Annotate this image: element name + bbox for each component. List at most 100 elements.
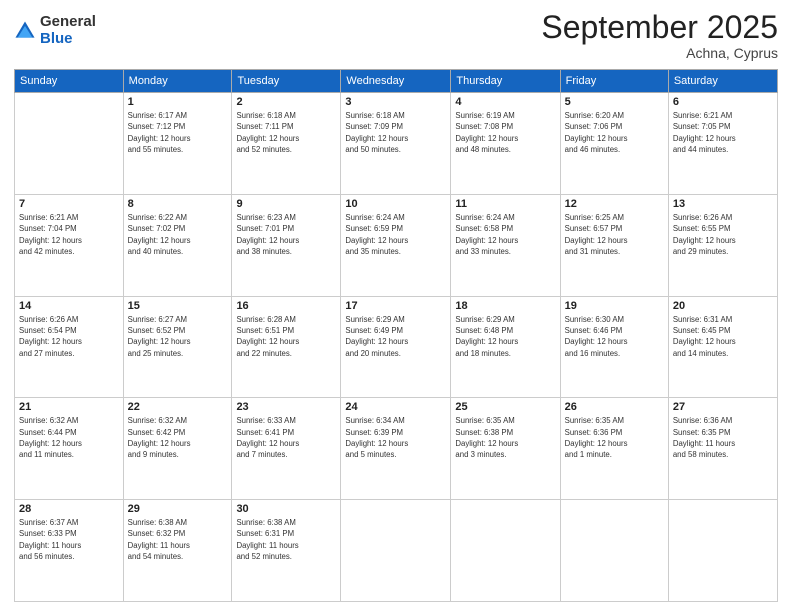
day-number: 11 xyxy=(455,198,555,210)
day-number: 7 xyxy=(19,198,119,210)
day-number: 2 xyxy=(236,96,336,108)
day-number: 10 xyxy=(345,198,446,210)
day-number: 26 xyxy=(565,401,664,413)
calendar-cell xyxy=(341,500,451,602)
day-number: 28 xyxy=(19,503,119,515)
logo: General Blue xyxy=(14,14,96,47)
day-number: 27 xyxy=(673,401,773,413)
day-number: 9 xyxy=(236,198,336,210)
day-number: 15 xyxy=(128,300,228,312)
calendar-cell: 11 Sunrise: 6:24 AM Sunset: 6:58 PM Dayli… xyxy=(451,194,560,296)
day-number: 12 xyxy=(565,198,664,210)
day-info: Sunrise: 6:21 AM Sunset: 7:04 PM Dayligh… xyxy=(19,212,119,257)
calendar-week-5: 28Sunrise: 6:37 AM Sunset: 6:33 PM Dayli… xyxy=(15,500,778,602)
day-info: Sunrise: 6:35 AM Sunset: 6:36 PM Dayligh… xyxy=(565,415,664,460)
day-info: Sunrise: 6:34 AM Sunset: 6:39 PM Dayligh… xyxy=(345,415,446,460)
calendar-cell: 16 Sunrise: 6:28 AM Sunset: 6:51 PM Dayli… xyxy=(232,296,341,398)
logo-text: General Blue xyxy=(40,14,96,47)
day-info: Sunrise: 6:20 AM Sunset: 7:06 PM Dayligh… xyxy=(565,110,664,155)
day-number: 30 xyxy=(236,503,336,515)
day-info: Sunrise: 6:35 AM Sunset: 6:38 PM Dayligh… xyxy=(455,415,555,460)
weekday-header-thursday: Thursday xyxy=(451,70,560,93)
day-number: 14 xyxy=(19,300,119,312)
page: General Blue September 2025 Achna, Cypru… xyxy=(0,0,792,612)
day-number: 21 xyxy=(19,401,119,413)
calendar-cell: 19 Sunrise: 6:30 AM Sunset: 6:46 PM Dayli… xyxy=(560,296,668,398)
calendar-cell: 12 Sunrise: 6:25 AM Sunset: 6:57 PM Dayli… xyxy=(560,194,668,296)
day-info: Sunrise: 6:26 AM Sunset: 6:54 PM Dayligh… xyxy=(19,314,119,359)
day-info: Sunrise: 6:25 AM Sunset: 6:57 PM Dayligh… xyxy=(565,212,664,257)
day-info: Sunrise: 6:24 AM Sunset: 6:58 PM Dayligh… xyxy=(455,212,555,257)
day-info: Sunrise: 6:18 AM Sunset: 7:09 PM Dayligh… xyxy=(345,110,446,155)
weekday-header-wednesday: Wednesday xyxy=(341,70,451,93)
day-number: 23 xyxy=(236,401,336,413)
calendar-cell: 14 Sunrise: 6:26 AM Sunset: 6:54 PM Dayli… xyxy=(15,296,124,398)
day-info: Sunrise: 6:21 AM Sunset: 7:05 PM Dayligh… xyxy=(673,110,773,155)
day-number: 5 xyxy=(565,96,664,108)
day-info: Sunrise: 6:30 AM Sunset: 6:46 PM Dayligh… xyxy=(565,314,664,359)
day-info: Sunrise: 6:31 AM Sunset: 6:45 PM Dayligh… xyxy=(673,314,773,359)
day-info: Sunrise: 6:32 AM Sunset: 6:44 PM Dayligh… xyxy=(19,415,119,460)
calendar-cell: 15 Sunrise: 6:27 AM Sunset: 6:52 PM Dayli… xyxy=(123,296,232,398)
calendar-cell: 4 Sunrise: 6:19 AM Sunset: 7:08 PM Daylig… xyxy=(451,93,560,195)
day-info: Sunrise: 6:28 AM Sunset: 6:51 PM Dayligh… xyxy=(236,314,336,359)
day-number: 4 xyxy=(455,96,555,108)
calendar-week-2: 7 Sunrise: 6:21 AM Sunset: 7:04 PM Daylig… xyxy=(15,194,778,296)
day-info: Sunrise: 6:24 AM Sunset: 6:59 PM Dayligh… xyxy=(345,212,446,257)
day-info: Sunrise: 6:18 AM Sunset: 7:11 PM Dayligh… xyxy=(236,110,336,155)
day-info: Sunrise: 6:27 AM Sunset: 6:52 PM Dayligh… xyxy=(128,314,228,359)
calendar-cell: 28Sunrise: 6:37 AM Sunset: 6:33 PM Dayli… xyxy=(15,500,124,602)
logo-icon xyxy=(14,20,36,42)
day-number: 24 xyxy=(345,401,446,413)
day-number: 6 xyxy=(673,96,773,108)
weekday-header-sunday: Sunday xyxy=(15,70,124,93)
day-number: 18 xyxy=(455,300,555,312)
day-info: Sunrise: 6:17 AM Sunset: 7:12 PM Dayligh… xyxy=(128,110,228,155)
day-number: 20 xyxy=(673,300,773,312)
day-info: Sunrise: 6:19 AM Sunset: 7:08 PM Dayligh… xyxy=(455,110,555,155)
day-info: Sunrise: 6:23 AM Sunset: 7:01 PM Dayligh… xyxy=(236,212,336,257)
weekday-header-tuesday: Tuesday xyxy=(232,70,341,93)
day-info: Sunrise: 6:29 AM Sunset: 6:49 PM Dayligh… xyxy=(345,314,446,359)
day-number: 22 xyxy=(128,401,228,413)
calendar-cell: 6 Sunrise: 6:21 AM Sunset: 7:05 PM Daylig… xyxy=(668,93,777,195)
calendar-cell: 18 Sunrise: 6:29 AM Sunset: 6:48 PM Dayli… xyxy=(451,296,560,398)
day-number: 13 xyxy=(673,198,773,210)
calendar-cell: 3 Sunrise: 6:18 AM Sunset: 7:09 PM Daylig… xyxy=(341,93,451,195)
header: General Blue September 2025 Achna, Cypru… xyxy=(14,10,778,61)
calendar-cell: 13 Sunrise: 6:26 AM Sunset: 6:55 PM Dayli… xyxy=(668,194,777,296)
calendar-cell: 10 Sunrise: 6:24 AM Sunset: 6:59 PM Dayli… xyxy=(341,194,451,296)
day-number: 8 xyxy=(128,198,228,210)
weekday-header-friday: Friday xyxy=(560,70,668,93)
calendar-cell xyxy=(668,500,777,602)
title-block: September 2025 Achna, Cyprus xyxy=(541,10,778,61)
calendar-cell: 27 Sunrise: 6:36 AM Sunset: 6:35 PM Dayli… xyxy=(668,398,777,500)
day-number: 19 xyxy=(565,300,664,312)
calendar-cell: 5 Sunrise: 6:20 AM Sunset: 7:06 PM Daylig… xyxy=(560,93,668,195)
day-number: 1 xyxy=(128,96,228,108)
calendar-cell: 7 Sunrise: 6:21 AM Sunset: 7:04 PM Daylig… xyxy=(15,194,124,296)
day-info: Sunrise: 6:38 AM Sunset: 6:31 PM Dayligh… xyxy=(236,517,336,562)
day-info: Sunrise: 6:26 AM Sunset: 6:55 PM Dayligh… xyxy=(673,212,773,257)
calendar-cell: 2 Sunrise: 6:18 AM Sunset: 7:11 PM Daylig… xyxy=(232,93,341,195)
day-number: 16 xyxy=(236,300,336,312)
calendar-cell: 17Sunrise: 6:29 AM Sunset: 6:49 PM Dayli… xyxy=(341,296,451,398)
day-info: Sunrise: 6:29 AM Sunset: 6:48 PM Dayligh… xyxy=(455,314,555,359)
calendar-cell: 22Sunrise: 6:32 AM Sunset: 6:42 PM Dayli… xyxy=(123,398,232,500)
calendar-cell: 24 Sunrise: 6:34 AM Sunset: 6:39 PM Dayli… xyxy=(341,398,451,500)
logo-general: General xyxy=(40,14,96,31)
calendar-cell: 30 Sunrise: 6:38 AM Sunset: 6:31 PM Dayli… xyxy=(232,500,341,602)
calendar-cell: 8 Sunrise: 6:22 AM Sunset: 7:02 PM Daylig… xyxy=(123,194,232,296)
calendar-cell: 23Sunrise: 6:33 AM Sunset: 6:41 PM Dayli… xyxy=(232,398,341,500)
calendar-cell: 9 Sunrise: 6:23 AM Sunset: 7:01 PM Daylig… xyxy=(232,194,341,296)
weekday-header-row: SundayMondayTuesdayWednesdayThursdayFrid… xyxy=(15,70,778,93)
calendar-cell xyxy=(560,500,668,602)
calendar-cell xyxy=(15,93,124,195)
calendar-cell: 29Sunrise: 6:38 AM Sunset: 6:32 PM Dayli… xyxy=(123,500,232,602)
day-number: 3 xyxy=(345,96,446,108)
day-info: Sunrise: 6:36 AM Sunset: 6:35 PM Dayligh… xyxy=(673,415,773,460)
calendar-cell: 26 Sunrise: 6:35 AM Sunset: 6:36 PM Dayli… xyxy=(560,398,668,500)
day-info: Sunrise: 6:38 AM Sunset: 6:32 PM Dayligh… xyxy=(128,517,228,562)
day-info: Sunrise: 6:22 AM Sunset: 7:02 PM Dayligh… xyxy=(128,212,228,257)
calendar-cell: 25Sunrise: 6:35 AM Sunset: 6:38 PM Dayli… xyxy=(451,398,560,500)
